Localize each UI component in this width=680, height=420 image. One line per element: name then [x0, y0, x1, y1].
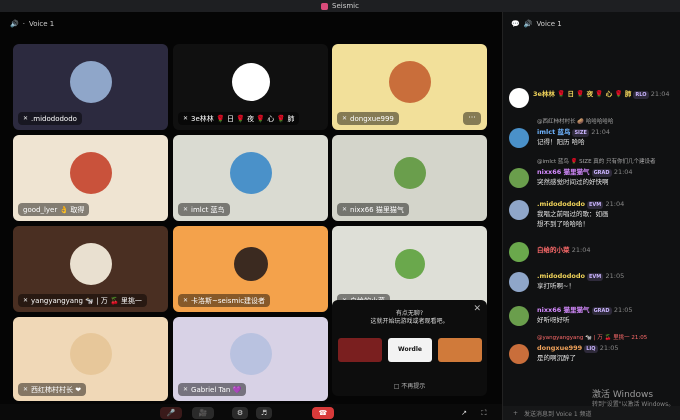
add-attachment-icon[interactable]: + — [513, 410, 518, 417]
composer-placeholder: 发送消息到 Voice 1 频道 — [524, 410, 592, 418]
avatar — [229, 151, 272, 194]
mic-muted-icon: ✕ — [23, 115, 29, 122]
disconnect-button[interactable]: ☎ — [312, 407, 334, 419]
mic-muted-icon: ✕ — [23, 386, 29, 393]
speaker-icon: 🔊 — [10, 20, 19, 28]
game-card[interactable] — [438, 338, 482, 362]
message-text: 好听呀好听 — [537, 316, 570, 324]
avatar — [509, 128, 529, 148]
participant-tile[interactable]: ✕ 卡洛斯~seismic建设者 — [173, 226, 328, 312]
participant-name: ✕ 西红柿村村长 ❤ — [18, 383, 87, 396]
participant-name: ✕ dongxue999 — [337, 112, 399, 125]
chat-bubble-icon: 💬 — [511, 20, 520, 28]
camera-toggle-button[interactable]: 🎥 — [192, 407, 214, 419]
chat-sidebar: 💬 🔊 Voice 1 3e林林 🌹 日 🌹 夜 🌹 心 🌹 肺 RLO 21:0… — [502, 12, 680, 420]
chat-header: 💬 🔊 Voice 1 — [511, 18, 562, 30]
message-author[interactable]: nixx66 猫里猫气 GRAD 21:05 — [537, 306, 633, 315]
dont-show-again[interactable]: □ 不再提示 — [332, 381, 487, 390]
participant-tile[interactable]: ✕ nixx66 猫里猫气 — [332, 135, 487, 221]
participant-name: ✕ 卡洛斯~seismic建设者 — [178, 294, 271, 307]
avatar — [509, 344, 529, 364]
participant-name: ✕ .midodododo — [18, 112, 82, 125]
participant-name: ✕ nixx66 猫里猫气 — [337, 203, 409, 216]
app-title: Seismic — [332, 2, 359, 10]
call-controls: 🎤 🎥 ⚙ ♬ ☎ ↗ ⛶ — [0, 404, 502, 420]
game-list: Wordle — [338, 338, 482, 362]
participant-tile[interactable]: ✕ .midodododo — [13, 44, 168, 130]
voice-stage: 🔊 · Voice 1 ✕ .midodododo ✕ 3e林林 🌹 日 🌹 夜 🌹… — [0, 12, 502, 420]
avatar — [69, 332, 112, 375]
avatar — [509, 168, 529, 188]
participant-name: good_lyer 👌 取得 — [18, 203, 90, 216]
avatar — [509, 242, 529, 262]
avatar — [509, 306, 529, 326]
avatar — [509, 272, 529, 292]
soundboard-button[interactable]: ♬ — [256, 407, 272, 419]
avatar — [69, 151, 112, 194]
participant-name: ✕ yangyangyang 🐄 | 万 🍒 里挑一 — [18, 294, 147, 307]
promo-line1: 有点无聊? — [395, 310, 424, 317]
message-text: 我唱之前唱过的歌：如画 — [537, 210, 609, 218]
message-author[interactable]: 3e林林 🌹 日 🌹 夜 🌹 心 🌹 肺 RLO 21:04 — [533, 90, 670, 99]
mic-muted-icon: ✕ — [183, 206, 189, 213]
chat-channel-name: Voice 1 — [536, 20, 562, 28]
avatar — [231, 62, 270, 101]
mic-toggle-button[interactable]: 🎤 — [160, 407, 182, 419]
avatar — [394, 248, 425, 279]
avatar — [509, 88, 529, 108]
message-text: 突然感觉时间过的好快啊 — [537, 178, 609, 186]
avatar — [69, 242, 112, 285]
speaker-icon: 🔊 — [523, 20, 533, 28]
promo-line2: 这就开始玩游戏或者观看吧。 — [370, 318, 449, 325]
activity-button[interactable]: ⚙ — [232, 407, 248, 419]
avatar — [388, 60, 431, 103]
mic-muted-icon: ✕ — [23, 297, 29, 304]
message-author[interactable]: nixx66 猫里猫气 GRAD 21:04 — [537, 168, 633, 177]
avatar — [393, 156, 426, 189]
avatar — [509, 200, 529, 220]
message-author[interactable]: dongxue999 LIQ 21:05 — [537, 344, 619, 353]
participant-tile[interactable]: ✕ dongxue999 ··· — [332, 44, 487, 130]
game-card[interactable] — [338, 338, 382, 362]
message-text: 想不到了哈哈哈！ — [537, 220, 589, 228]
window-titlebar: Seismic — [0, 0, 680, 12]
channel-name[interactable]: Voice 1 — [29, 20, 54, 28]
message-author[interactable]: imlct 蓝鸟 SIZE 21:04 — [537, 128, 610, 137]
mic-muted-icon: ✕ — [342, 206, 348, 213]
participant-tile[interactable]: ✕ 西红柿村村长 ❤ — [13, 317, 168, 401]
participant-tile[interactable]: ✕ imlct 蓝鸟 — [173, 135, 328, 221]
participant-tile[interactable]: ✕ 3e林林 🌹 日 🌹 夜 🌹 心 🌹 肺 — [173, 44, 328, 130]
message-author[interactable]: .midodododo EVM 21:04 — [537, 200, 624, 209]
avatar — [233, 246, 268, 281]
channel-prefix: · — [22, 20, 25, 28]
mic-muted-icon: ✕ — [183, 115, 189, 122]
avatar — [69, 60, 112, 103]
activity-promo: ✕ 有点无聊? 这就开始玩游戏或者观看吧。 Wordle □ 不再提示 — [332, 300, 487, 396]
participant-tile[interactable]: good_lyer 👌 取得 — [13, 135, 168, 221]
windows-activation-watermark: 激活 Windows 转到"设置"以激活 Windows。 — [592, 390, 675, 408]
message-author[interactable]: 白给的小菜 21:04 — [537, 246, 591, 254]
participant-tile[interactable]: ✕ Gabriel Tan 💜 — [173, 317, 328, 401]
game-card-wordle[interactable]: Wordle — [388, 338, 432, 362]
fullscreen-icon[interactable]: ⛶ — [478, 407, 490, 419]
participant-name: ✕ imlct 蓝鸟 — [178, 203, 230, 216]
avatar — [229, 332, 272, 375]
mic-muted-icon: ✕ — [342, 115, 348, 122]
message-text: 是的啊沉醉了 — [537, 354, 576, 362]
message-text: 记得！阳历 哈哈 — [537, 138, 585, 146]
participant-name: ✕ 3e林林 🌹 日 🌹 夜 🌹 心 🌹 肺 — [178, 112, 300, 125]
mic-muted-icon: ✕ — [183, 297, 189, 304]
participant-name: ✕ Gabriel Tan 💜 — [178, 383, 247, 396]
popout-icon[interactable]: ↗ — [458, 407, 470, 419]
stage-header: 🔊 · Voice 1 — [10, 18, 54, 30]
app-logo-icon — [321, 2, 329, 10]
message-text: 享打听啊~！ — [537, 282, 575, 290]
mic-muted-icon: ✕ — [183, 386, 189, 393]
message-author[interactable]: .midodododo EVM 21:05 — [537, 272, 624, 281]
participant-tile[interactable]: ✕ yangyangyang 🐄 | 万 🍒 里挑一 — [13, 226, 168, 312]
more-options-button[interactable]: ··· — [463, 112, 481, 125]
